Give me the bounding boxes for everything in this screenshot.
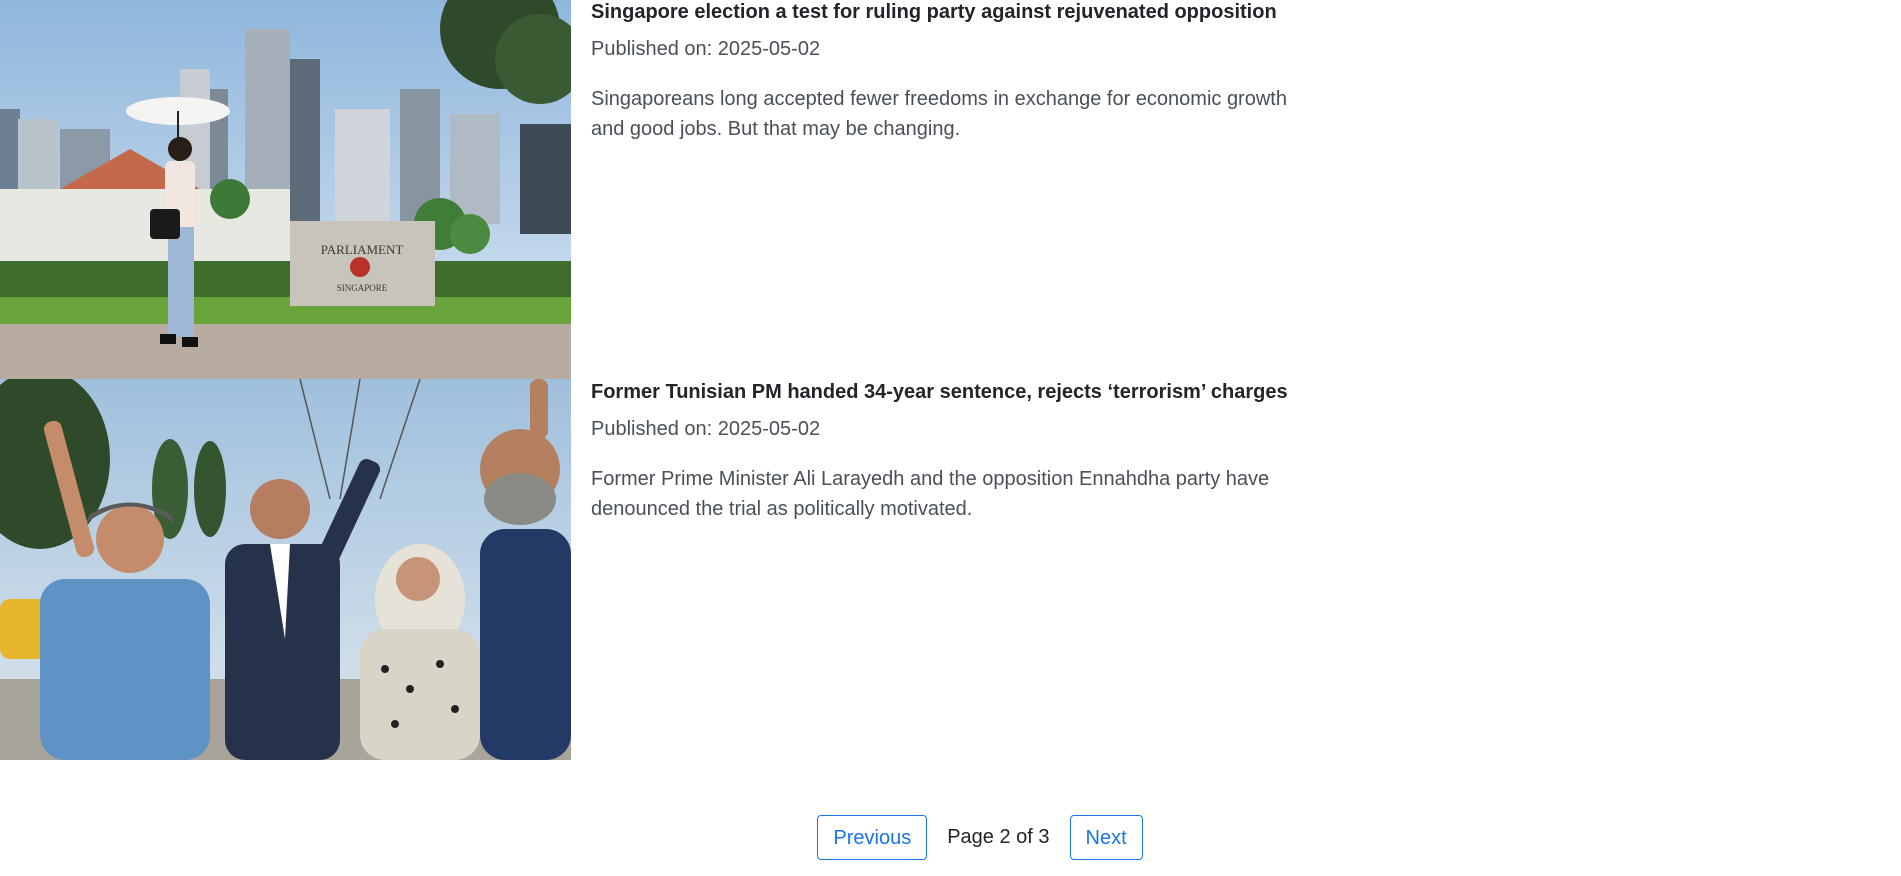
article-image-tunisia [0, 379, 571, 760]
previous-page-button[interactable]: Previous [817, 815, 928, 860]
article-title[interactable]: Former Tunisian PM handed 34-year senten… [591, 380, 1320, 404]
article-published-date: Published on: 2025-05-02 [591, 38, 821, 60]
sign-text-bottom: SINGAPORE [337, 283, 388, 293]
article-body: Former Tunisian PM handed 34-year senten… [571, 379, 1320, 759]
page-indicator: Page 2 of 3 [947, 826, 1050, 848]
article-summary: Singaporeans long accepted fewer freedom… [591, 88, 1287, 140]
article-summary: Former Prime Minister Ali Larayedh and t… [591, 468, 1270, 520]
next-page-button[interactable]: Next [1069, 815, 1143, 860]
article-image-singapore: PARLIAMENT SINGAPORE [0, 0, 571, 380]
article-published-date: Published on: 2025-05-02 [591, 418, 821, 440]
sign-text-top: PARLIAMENT [321, 242, 404, 257]
news-list-page: PARLIAMENT SINGAPORE Singapore election … [0, 0, 1901, 876]
article-body: Singapore election a test for ruling par… [571, 0, 1320, 379]
article-title[interactable]: Singapore election a test for ruling par… [591, 0, 1320, 24]
article-card: Former Tunisian PM handed 34-year senten… [0, 379, 1320, 760]
article-card: PARLIAMENT SINGAPORE Singapore election … [0, 0, 1320, 380]
pagination: Previous Page 2 of 3 Next [0, 815, 1901, 860]
